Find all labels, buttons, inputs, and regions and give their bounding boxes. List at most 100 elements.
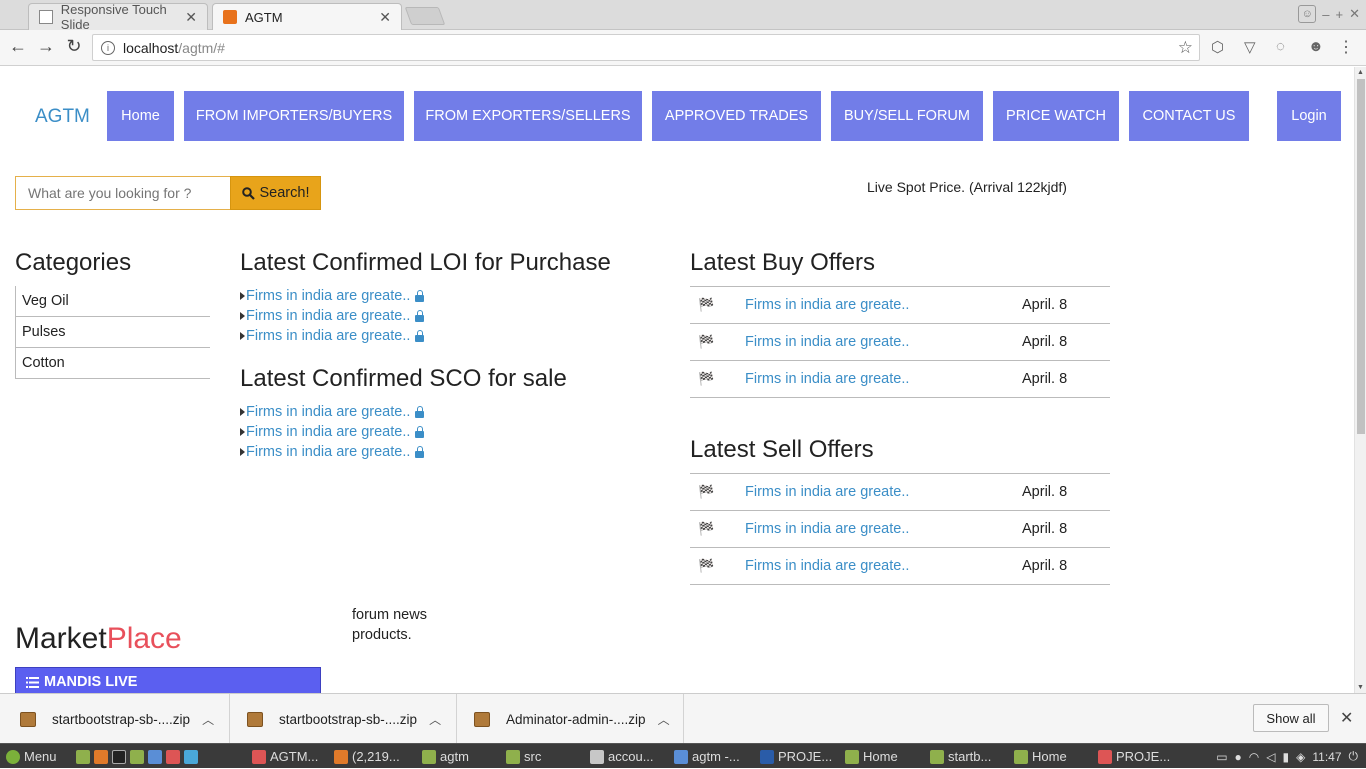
cat-extension-icon[interactable]: ☻	[1308, 38, 1324, 55]
scroll-up-icon[interactable]: ▲	[1357, 69, 1364, 76]
menu-label: Menu	[24, 749, 57, 764]
virtualbox-icon[interactable]	[148, 749, 162, 764]
scrollbar-thumb[interactable]	[1357, 79, 1365, 434]
scroll-down-icon[interactable]: ▼	[1357, 684, 1364, 691]
browser-menu-icon[interactable]: ⋮	[1338, 37, 1354, 57]
nav-home[interactable]: Home	[107, 91, 174, 141]
sell-offers-heading: Latest Sell Offers	[690, 436, 874, 463]
list-item[interactable]: Firms in india are greate..	[240, 442, 425, 462]
user-icon[interactable]: ●	[1235, 750, 1242, 764]
download-item[interactable]: startbootstrap-sb-....zip ︿	[20, 694, 230, 744]
offer-link[interactable]: Firms in india are greate..	[745, 484, 1022, 500]
taskbar-item[interactable]: agtm -...	[674, 744, 740, 769]
tab-agtm[interactable]: AGTM ✕	[212, 3, 402, 30]
nav-price-watch[interactable]: PRICE WATCH	[993, 91, 1119, 141]
nav-approved-trades[interactable]: APPROVED TRADES	[652, 91, 821, 141]
minimize-icon[interactable]: –	[1322, 7, 1329, 22]
taskbar-item[interactable]: PROJE...	[760, 744, 832, 769]
back-icon[interactable]: ←	[6, 36, 30, 57]
chrome-icon[interactable]	[166, 749, 180, 764]
json-extension-icon[interactable]: ◌	[1276, 38, 1285, 55]
category-item-veg-oil[interactable]: Veg Oil	[16, 286, 210, 317]
list-item[interactable]: Firms in india are greate..	[240, 326, 425, 346]
nav-from-importers-buyers[interactable]: FROM IMPORTERS/BUYERS	[184, 91, 404, 141]
address-bar[interactable]: i localhost/agtm/# ☆	[92, 34, 1200, 61]
close-window-icon[interactable]: ✕	[1349, 6, 1360, 22]
loi-link[interactable]: Firms in india are greate..	[246, 328, 410, 344]
taskbar-item[interactable]: agtm	[422, 744, 469, 769]
offer-link[interactable]: Firms in india are greate..	[745, 521, 1022, 537]
chevron-up-icon[interactable]: ︿	[429, 711, 441, 728]
vue-extension-icon[interactable]: ▽	[1244, 38, 1256, 56]
xampp-icon[interactable]	[184, 749, 198, 764]
reload-icon[interactable]: ↻	[62, 36, 86, 57]
terminal-icon[interactable]	[112, 749, 126, 764]
sco-link[interactable]: Firms in india are greate..	[246, 404, 410, 420]
chevron-up-icon[interactable]: ︿	[658, 711, 670, 728]
start-menu-button[interactable]: Menu	[6, 744, 57, 769]
login-button[interactable]: Login	[1277, 91, 1341, 141]
taskbar-item[interactable]: (2,219...	[334, 744, 400, 769]
wifi-icon[interactable]: ◠	[1249, 750, 1259, 764]
cube-extension-icon[interactable]: ⬡	[1211, 38, 1224, 56]
show-all-button[interactable]: Show all	[1253, 704, 1329, 732]
files-icon[interactable]	[130, 749, 144, 764]
taskbar-item[interactable]: accou...	[590, 744, 654, 769]
search-button[interactable]: Search!	[230, 176, 321, 210]
volume-icon[interactable]: ◁	[1266, 750, 1275, 764]
list-item[interactable]: Firms in india are greate..	[240, 402, 425, 422]
loi-link[interactable]: Firms in india are greate..	[246, 308, 410, 324]
loi-link[interactable]: Firms in india are greate..	[246, 288, 410, 304]
tab-responsive-touch-slider[interactable]: Responsive Touch Slide ✕	[28, 2, 208, 32]
download-item[interactable]: Adminator-admin-....zip ︿	[474, 694, 684, 744]
close-icon[interactable]: ✕	[1340, 708, 1353, 728]
list-item[interactable]: Firms in india are greate..	[240, 306, 425, 326]
list-item[interactable]: Firms in india are greate..	[240, 286, 425, 306]
offer-link[interactable]: Firms in india are greate..	[745, 297, 1022, 313]
maximize-icon[interactable]: +	[1336, 7, 1344, 22]
new-tab-button[interactable]	[404, 7, 446, 25]
clock[interactable]: 11:47	[1312, 750, 1341, 764]
tab-label: Responsive Touch Slide	[60, 2, 167, 32]
list-item[interactable]: Firms in india are greate..	[240, 422, 425, 442]
battery-icon[interactable]: ▮	[1283, 750, 1290, 764]
taskbar-item[interactable]: Home	[1014, 744, 1067, 769]
category-item-cotton[interactable]: Cotton	[16, 348, 210, 379]
system-tray: ▭ ● ◠ ◁ ▮ ◈ 11:47 ⏻	[1216, 744, 1358, 769]
close-icon[interactable]: ✕	[185, 9, 197, 26]
browser-toolbar: ← → ↻ i localhost/agtm/# ☆ ⬡ ▽ ◌ ☻ ⋮	[0, 30, 1366, 66]
shield-icon[interactable]: ◈	[1296, 750, 1305, 764]
display-icon[interactable]: ▭	[1216, 750, 1227, 764]
site-brand[interactable]: AGTM	[35, 106, 90, 128]
taskbar-item[interactable]: Home	[845, 744, 898, 769]
download-item[interactable]: startbootstrap-sb-....zip ︿	[247, 694, 457, 744]
nav-contact-us[interactable]: CONTACT US	[1129, 91, 1249, 141]
taskbar-item[interactable]: AGTM...	[252, 744, 318, 769]
taskbar-item[interactable]: startb...	[930, 744, 991, 769]
info-icon[interactable]: i	[101, 40, 115, 55]
offer-link[interactable]: Firms in india are greate..	[745, 558, 1022, 574]
taskbar-item[interactable]: src	[506, 744, 541, 769]
bookmark-star-icon[interactable]: ☆	[1178, 38, 1193, 58]
sco-link[interactable]: Firms in india are greate..	[246, 424, 410, 440]
nav-buy-sell-forum[interactable]: BUY/SELL FORUM	[831, 91, 983, 141]
forward-icon[interactable]: →	[34, 36, 58, 57]
chevron-up-icon[interactable]: ︿	[202, 711, 214, 728]
offer-link[interactable]: Firms in india are greate..	[745, 334, 1022, 350]
nav-from-exporters-sellers[interactable]: FROM EXPORTERS/SELLERS	[414, 91, 642, 141]
sell-offers-table: 🏁 Firms in india are greate.. April. 8 🏁 Fi…	[690, 473, 1110, 585]
profile-icon[interactable]: ☺	[1298, 5, 1317, 23]
power-icon[interactable]: ⏻	[1349, 749, 1359, 764]
close-icon[interactable]: ✕	[379, 9, 391, 26]
sco-link[interactable]: Firms in india are greate..	[246, 444, 410, 460]
category-item-pulses[interactable]: Pulses	[16, 317, 210, 348]
taskbar-item[interactable]: PROJE...	[1098, 744, 1170, 769]
search-input[interactable]	[15, 176, 230, 210]
page-scrollbar[interactable]: ▲ ▼	[1354, 67, 1366, 693]
offer-date: April. 8	[1022, 521, 1068, 537]
show-desktop-icon[interactable]	[76, 749, 90, 764]
offer-date: April. 8	[1022, 297, 1068, 313]
offer-link[interactable]: Firms in india are greate..	[745, 371, 1022, 387]
firefox-icon[interactable]	[94, 749, 108, 764]
mandis-live-header[interactable]: MANDIS LIVE	[15, 667, 321, 693]
